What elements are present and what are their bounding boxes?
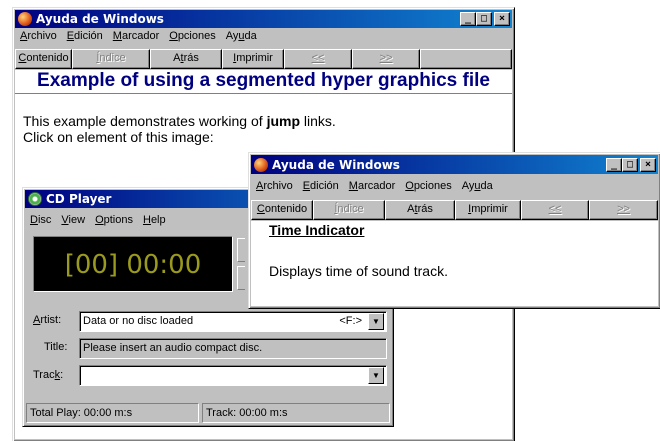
close-icon[interactable]: × <box>494 12 510 26</box>
minimize-icon[interactable]: _ <box>606 157 622 172</box>
atras-button[interactable]: Atrás <box>150 49 222 69</box>
popup-window-title: Ayuda de Windows <box>272 157 400 172</box>
intro-text-pre: This example demonstrates working of <box>23 113 267 129</box>
intro-text-post: links. <box>300 113 336 129</box>
cd-control-edge-bottom <box>237 266 245 290</box>
button-bar-filler <box>420 49 512 69</box>
main-title-bar[interactable]: Ayuda de Windows _ □ × <box>15 10 512 28</box>
popup-forward-browse-button: >> <box>589 200 658 220</box>
forward-browse-button: >> <box>352 49 420 69</box>
close-icon[interactable]: × <box>640 157 656 172</box>
artist-label: Artist: <box>33 314 62 326</box>
track-label: Track: <box>33 369 64 381</box>
artist-value: Data or no disc loaded <box>83 315 194 327</box>
contenido-button[interactable]: Contenido <box>15 49 72 69</box>
cd-disc-icon <box>28 192 42 206</box>
cd-menu-options[interactable]: Options <box>90 214 138 226</box>
track-time-status: Track: 00:00 m:s <box>202 403 390 423</box>
jump-keyword: jump <box>266 113 301 129</box>
popup-atras-button[interactable]: Atrás <box>385 200 455 220</box>
main-heading-region: Example of using a segmented hyper graph… <box>15 70 512 94</box>
menu-opciones[interactable]: Opciones <box>164 30 220 42</box>
maximize-icon[interactable]: □ <box>622 157 638 172</box>
page-title: Example of using a segmented hyper graph… <box>37 70 490 91</box>
popup-contenido-button[interactable]: Contenido <box>251 200 313 220</box>
menu-ayuda[interactable]: Ayuda <box>221 30 262 42</box>
help-book-icon[interactable] <box>18 12 32 26</box>
title-field: Please insert an audio compact disc. <box>79 338 387 359</box>
popup-heading-region: Time Indicator <box>251 221 658 249</box>
popup-button-bar: Contenido Índice Atrás Imprimir << >> <box>251 200 658 220</box>
imprimir-button[interactable]: Imprimir <box>222 49 284 69</box>
popup-menu-archivo[interactable]: Archivo <box>251 180 298 192</box>
main-window-title: Ayuda de Windows <box>36 12 164 26</box>
artist-dropdown[interactable]: Data or no disc loaded <F:> <box>79 311 387 332</box>
track-dropdown[interactable] <box>79 365 387 386</box>
main-button-bar: Contenido Índice Atrás Imprimir << >> <box>15 49 512 69</box>
chevron-down-icon[interactable]: ▼ <box>368 367 384 384</box>
back-browse-button: << <box>284 49 352 69</box>
title-label: Title: <box>44 341 68 353</box>
popup-title-bar[interactable]: Ayuda de Windows _ □ × <box>251 155 658 174</box>
popup-menu-opciones[interactable]: Opciones <box>400 180 456 192</box>
popup-indice-button: Índice <box>313 200 385 220</box>
menu-edicion[interactable]: Edición <box>62 30 108 42</box>
help-book-icon[interactable] <box>254 157 268 172</box>
popup-back-browse-button: << <box>521 200 589 220</box>
main-menu-bar: Archivo Edición Marcador Opciones Ayuda <box>15 30 512 42</box>
total-play-status: Total Play: 00:00 m:s <box>26 403 199 423</box>
cd-menu-help[interactable]: Help <box>138 214 171 226</box>
drive-letter: <F:> <box>339 315 362 327</box>
cd-menu-disc[interactable]: Disc <box>25 214 56 226</box>
popup-menu-marcador[interactable]: Marcador <box>344 180 400 192</box>
cd-status-bar: Total Play: 00:00 m:s Track: 00:00 m:s <box>26 403 390 423</box>
minimize-icon[interactable]: _ <box>460 12 476 26</box>
cd-control-edge-top <box>237 238 245 262</box>
popup-menu-edicion[interactable]: Edición <box>298 180 344 192</box>
popup-description: Displays time of sound track. <box>269 263 448 279</box>
intro-text: This example demonstrates working of jum… <box>23 113 336 129</box>
popup-help-window: Ayuda de Windows _ □ × Archivo Edición M… <box>248 152 660 309</box>
popup-menu-bar: Archivo Edición Marcador Opciones Ayuda <box>251 180 658 192</box>
menu-archivo[interactable]: Archivo <box>15 30 62 42</box>
popup-imprimir-button[interactable]: Imprimir <box>455 200 521 220</box>
popup-menu-ayuda[interactable]: Ayuda <box>457 180 498 192</box>
chevron-down-icon[interactable]: ▼ <box>368 313 384 330</box>
indice-button: Índice <box>72 49 150 69</box>
menu-marcador[interactable]: Marcador <box>108 30 164 42</box>
maximize-icon[interactable]: □ <box>476 12 492 26</box>
time-indicator-display[interactable]: [00] 00:00 <box>33 236 233 292</box>
instruction-text: Click on element of this image: <box>23 129 214 145</box>
cd-menu-view[interactable]: View <box>56 214 90 226</box>
popup-topic-title: Time Indicator <box>269 222 365 238</box>
popup-topic-area: Displays time of sound track. <box>251 249 658 306</box>
